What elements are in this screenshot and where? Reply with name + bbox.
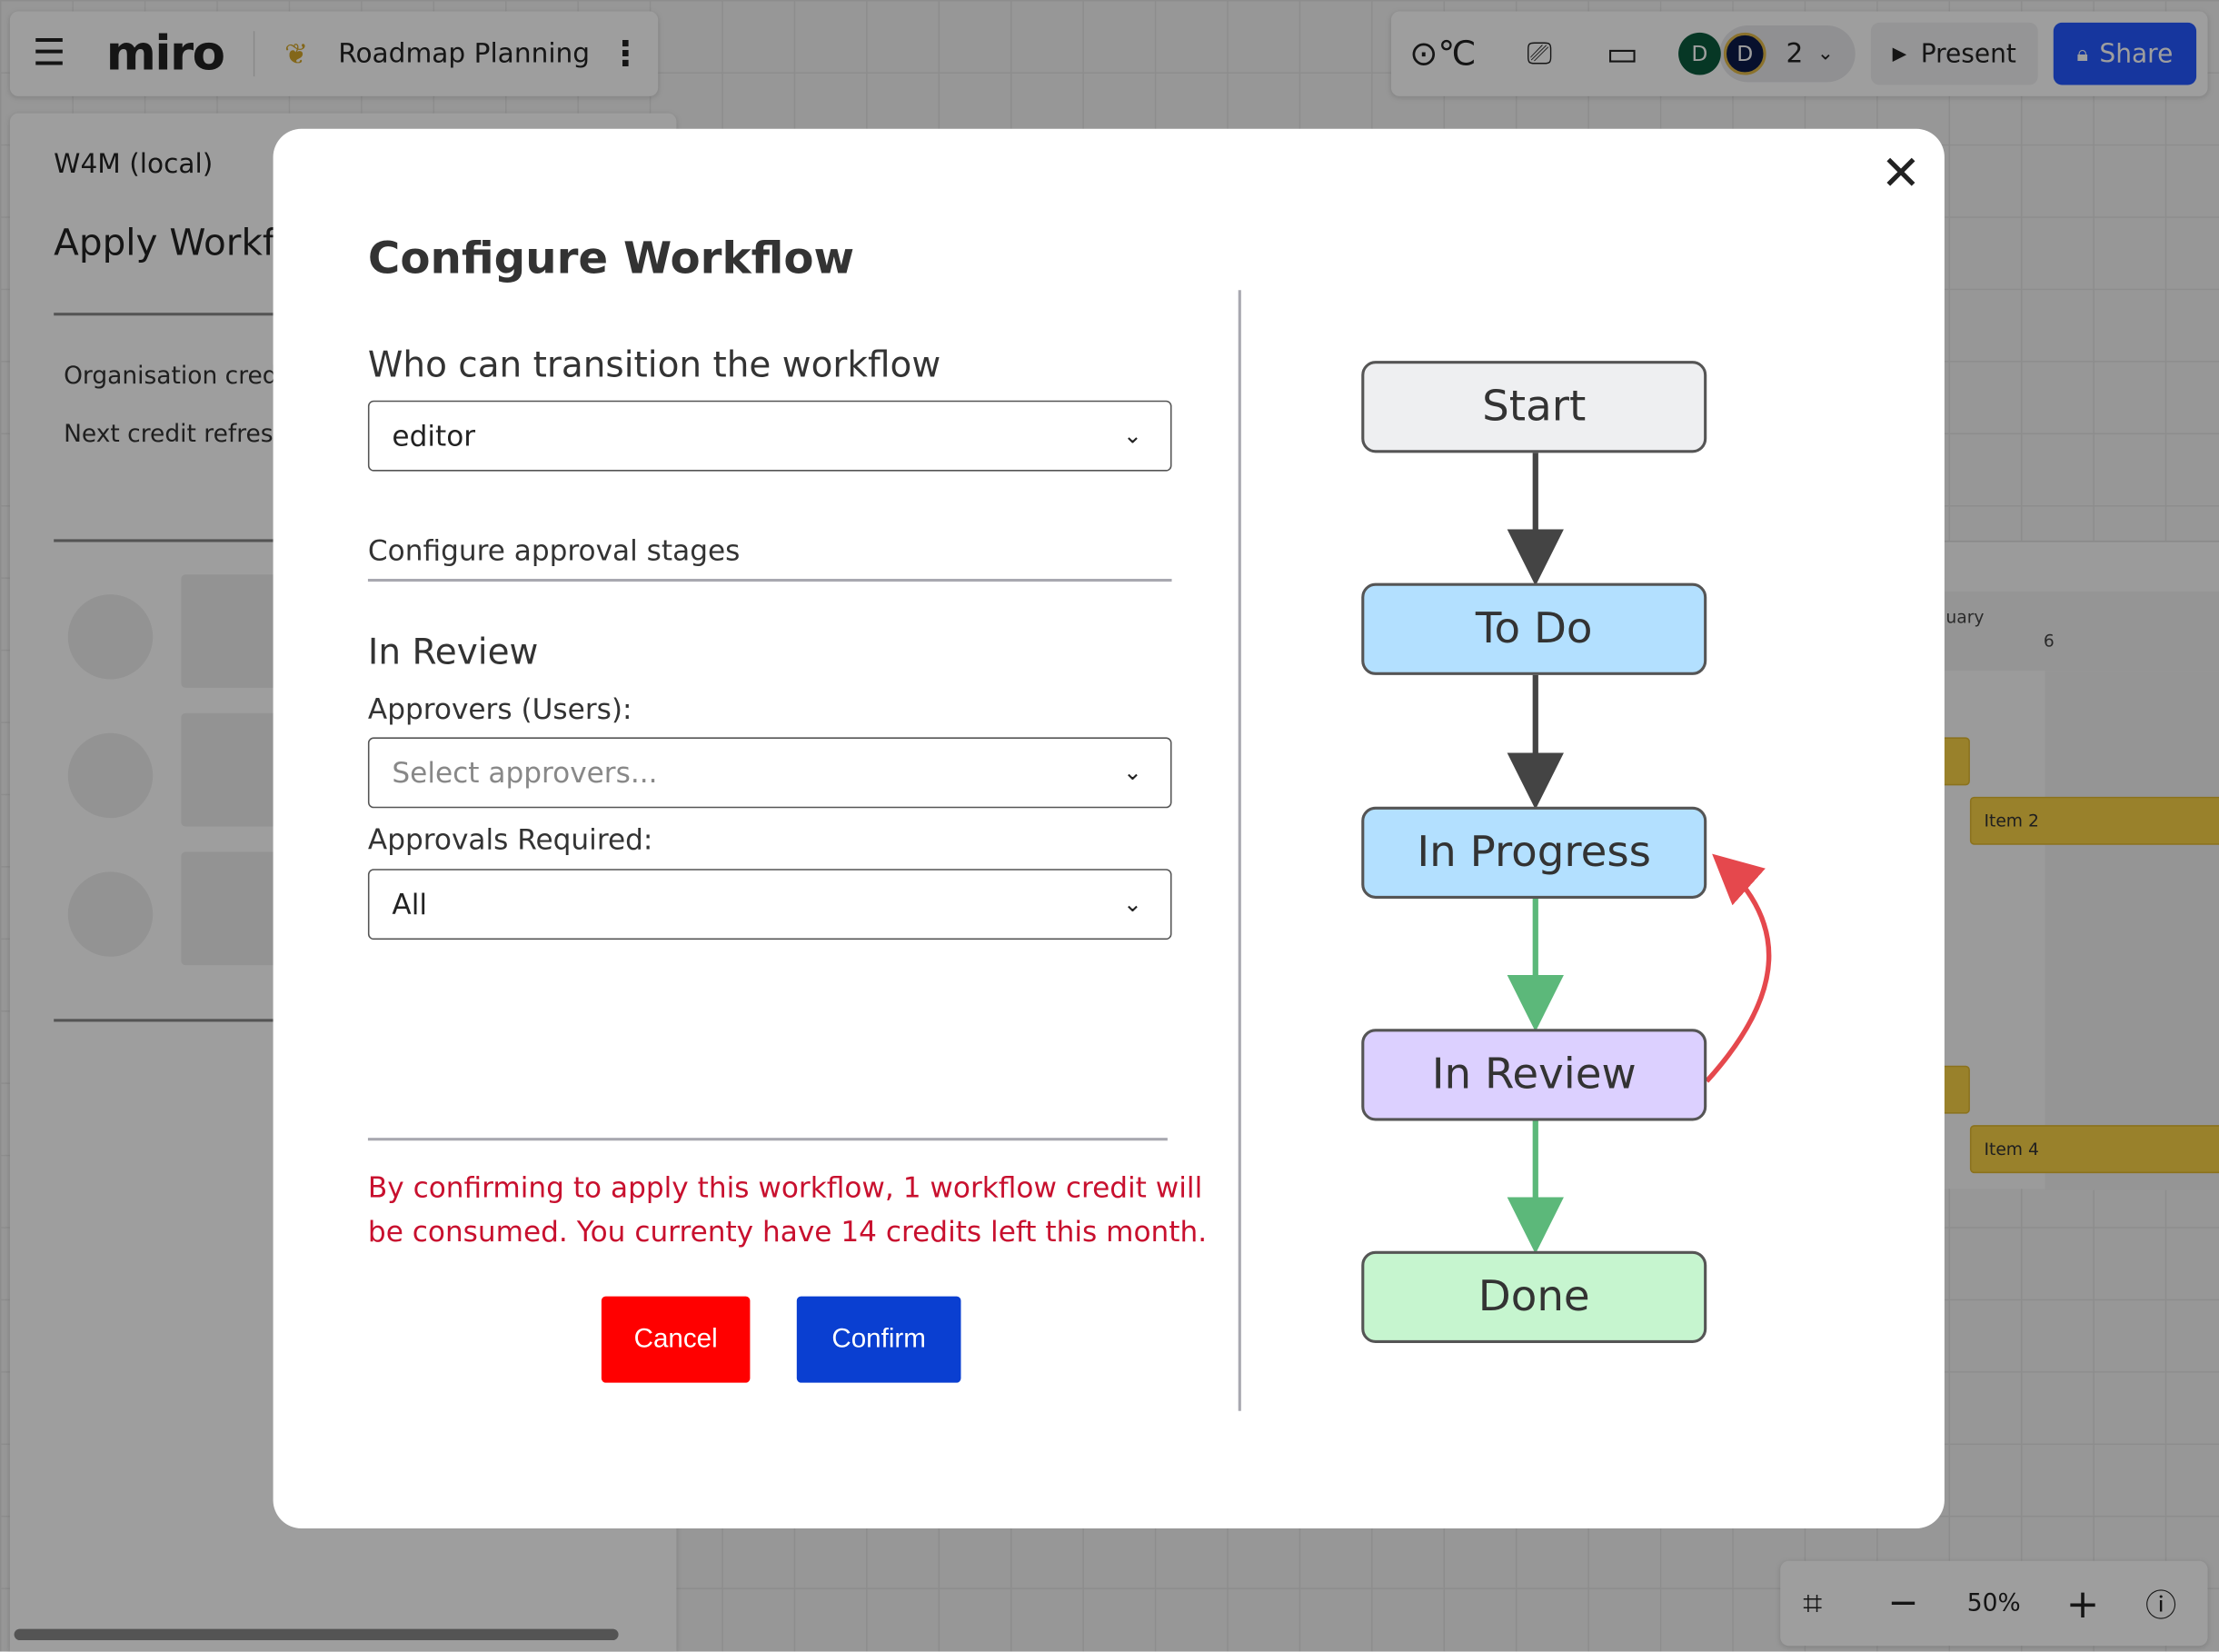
configure-workflow-dialog: ✕ Configure Workflow Who can transition … bbox=[273, 128, 1945, 1528]
edge-inreview-reject-inprogress bbox=[1705, 853, 1772, 1083]
miro-board-canvas[interactable]: ☰ miro ❦ Roadmap Planning ⋮ ⊙℃ ⎚ ▭ D D 2… bbox=[0, 0, 2219, 1652]
node-in-review: In Review bbox=[1361, 1029, 1707, 1121]
node-in-progress: In Progress bbox=[1361, 806, 1707, 899]
node-done: Done bbox=[1361, 1250, 1707, 1343]
node-start: Start bbox=[1361, 361, 1707, 453]
node-to-do: To Do bbox=[1361, 582, 1707, 675]
